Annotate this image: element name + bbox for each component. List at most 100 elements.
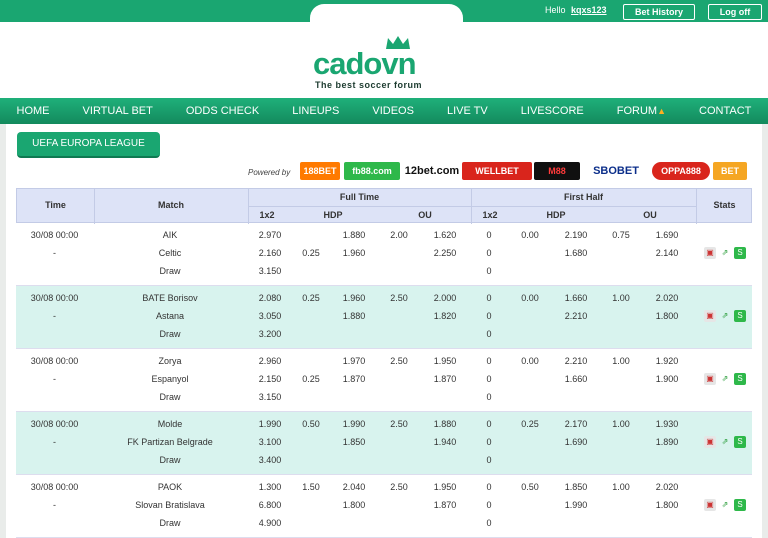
odds-cell[interactable]: 3.150 [252, 266, 288, 276]
team-away[interactable]: Celtic [93, 248, 247, 258]
odds-cell[interactable]: 1.960 [334, 293, 374, 303]
odds-cell[interactable]: 1.990 [334, 419, 374, 429]
odds-cell[interactable]: 0.25 [292, 374, 330, 384]
odds-cell[interactable]: 1.800 [334, 500, 374, 510]
league-tab[interactable]: UEFA EUROPA LEAGUE [17, 132, 160, 158]
odds-cell[interactable]: 0 [474, 293, 504, 303]
odds-cell[interactable]: 2.160 [252, 248, 288, 258]
odds-cell[interactable]: 1.870 [334, 374, 374, 384]
odds-cell[interactable]: 2.250 [424, 248, 466, 258]
trend-icon[interactable]: ⇗ [719, 310, 731, 322]
nav-videos[interactable]: VIDEOS [372, 105, 414, 117]
team-away[interactable]: Espanyol [93, 374, 247, 384]
odds-cell[interactable]: 3.050 [252, 311, 288, 321]
sponsor-logo[interactable]: fb88.com [344, 162, 400, 180]
odds-cell[interactable]: 2.210 [556, 356, 596, 366]
username-link[interactable]: kqxs123 [571, 5, 607, 15]
nav-live-tv[interactable]: LIVE TV [447, 105, 488, 117]
odds-cell[interactable]: 1.990 [556, 500, 596, 510]
odds-cell[interactable]: 0.50 [292, 419, 330, 429]
odds-cell[interactable]: 2.170 [556, 419, 596, 429]
odds-cell[interactable]: 0 [474, 482, 504, 492]
odds-cell[interactable]: 2.020 [646, 482, 688, 492]
nav-contact[interactable]: CONTACT [699, 105, 751, 117]
odds-cell[interactable]: 2.040 [334, 482, 374, 492]
odds-cell[interactable]: 0.75 [606, 230, 636, 240]
odds-cell[interactable]: 2.50 [384, 482, 414, 492]
odds-cell[interactable]: 2.150 [252, 374, 288, 384]
odds-cell[interactable]: 2.210 [556, 311, 596, 321]
odds-cell[interactable]: 0.00 [512, 230, 548, 240]
h2h-icon[interactable]: ▣ [704, 499, 716, 511]
odds-cell[interactable]: 0.25 [292, 293, 330, 303]
trend-icon[interactable]: ⇗ [719, 499, 731, 511]
odds-cell[interactable]: 1.690 [556, 437, 596, 447]
team-home[interactable]: BATE Borisov [93, 293, 247, 303]
odds-cell[interactable]: 3.100 [252, 437, 288, 447]
odds-cell[interactable]: 0 [474, 248, 504, 258]
odds-cell[interactable]: 0 [474, 374, 504, 384]
trend-icon[interactable]: ⇗ [719, 436, 731, 448]
odds-cell[interactable]: 0 [474, 392, 504, 402]
stats-s-icon[interactable]: S [734, 436, 746, 448]
odds-cell[interactable]: 0.50 [512, 482, 548, 492]
h2h-icon[interactable]: ▣ [704, 247, 716, 259]
odds-cell[interactable]: 4.900 [252, 518, 288, 528]
odds-cell[interactable]: 2.190 [556, 230, 596, 240]
team-home[interactable]: AIK [93, 230, 247, 240]
odds-cell[interactable]: 1.00 [606, 356, 636, 366]
odds-cell[interactable]: 0 [474, 437, 504, 447]
team-away[interactable]: FK Partizan Belgrade [93, 437, 247, 447]
sponsor-logo[interactable]: M88 [534, 162, 580, 180]
odds-cell[interactable]: 1.900 [646, 374, 688, 384]
odds-cell[interactable]: 0.25 [512, 419, 548, 429]
odds-cell[interactable]: 0 [474, 518, 504, 528]
odds-cell[interactable]: 0 [474, 500, 504, 510]
odds-cell[interactable]: 1.800 [646, 311, 688, 321]
odds-cell[interactable]: 2.140 [646, 248, 688, 258]
odds-cell[interactable]: 2.50 [384, 419, 414, 429]
odds-cell[interactable]: 2.50 [384, 356, 414, 366]
odds-cell[interactable]: 1.680 [556, 248, 596, 258]
odds-cell[interactable]: 1.950 [424, 482, 466, 492]
trend-icon[interactable]: ⇗ [719, 373, 731, 385]
odds-cell[interactable]: 0 [474, 230, 504, 240]
odds-cell[interactable]: 1.50 [292, 482, 330, 492]
odds-cell[interactable]: 0.25 [292, 248, 330, 258]
team-home[interactable]: Zorya [93, 356, 247, 366]
odds-cell[interactable]: 0 [474, 329, 504, 339]
nav-lineups[interactable]: LINEUPS [292, 105, 339, 117]
nav-virtual-bet[interactable]: VIRTUAL BET [83, 105, 153, 117]
sponsor-logo[interactable]: 188BET [300, 162, 340, 180]
odds-cell[interactable]: 3.400 [252, 455, 288, 465]
sponsor-logo[interactable]: BET [713, 162, 747, 180]
odds-cell[interactable]: 0 [474, 356, 504, 366]
odds-cell[interactable]: 0.00 [512, 293, 548, 303]
nav-odds-check[interactable]: ODDS CHECK [186, 105, 259, 117]
odds-cell[interactable]: 1.800 [646, 500, 688, 510]
h2h-icon[interactable]: ▣ [704, 310, 716, 322]
odds-cell[interactable]: 1.930 [646, 419, 688, 429]
odds-cell[interactable]: 1.660 [556, 374, 596, 384]
odds-cell[interactable]: 0 [474, 266, 504, 276]
odds-cell[interactable]: 2.970 [252, 230, 288, 240]
odds-cell[interactable]: 1.950 [424, 356, 466, 366]
odds-cell[interactable]: 1.00 [606, 419, 636, 429]
odds-cell[interactable]: 1.00 [606, 482, 636, 492]
odds-cell[interactable]: 1.00 [606, 293, 636, 303]
team-away[interactable]: Astana [93, 311, 247, 321]
odds-cell[interactable]: 1.960 [334, 248, 374, 258]
odds-cell[interactable]: 2.50 [384, 293, 414, 303]
team-home[interactable]: PAOK [93, 482, 247, 492]
team-home[interactable]: Molde [93, 419, 247, 429]
h2h-icon[interactable]: ▣ [704, 436, 716, 448]
sponsor-logo[interactable]: OPPA888 [652, 162, 710, 180]
odds-cell[interactable]: 1.890 [646, 437, 688, 447]
nav-home[interactable]: HOME [17, 105, 50, 117]
odds-cell[interactable]: 1.820 [424, 311, 466, 321]
stats-s-icon[interactable]: S [734, 310, 746, 322]
odds-cell[interactable]: 3.150 [252, 392, 288, 402]
sponsor-logo[interactable]: 12bet.com [404, 162, 460, 180]
odds-cell[interactable]: 1.850 [334, 437, 374, 447]
odds-cell[interactable]: 1.880 [424, 419, 466, 429]
